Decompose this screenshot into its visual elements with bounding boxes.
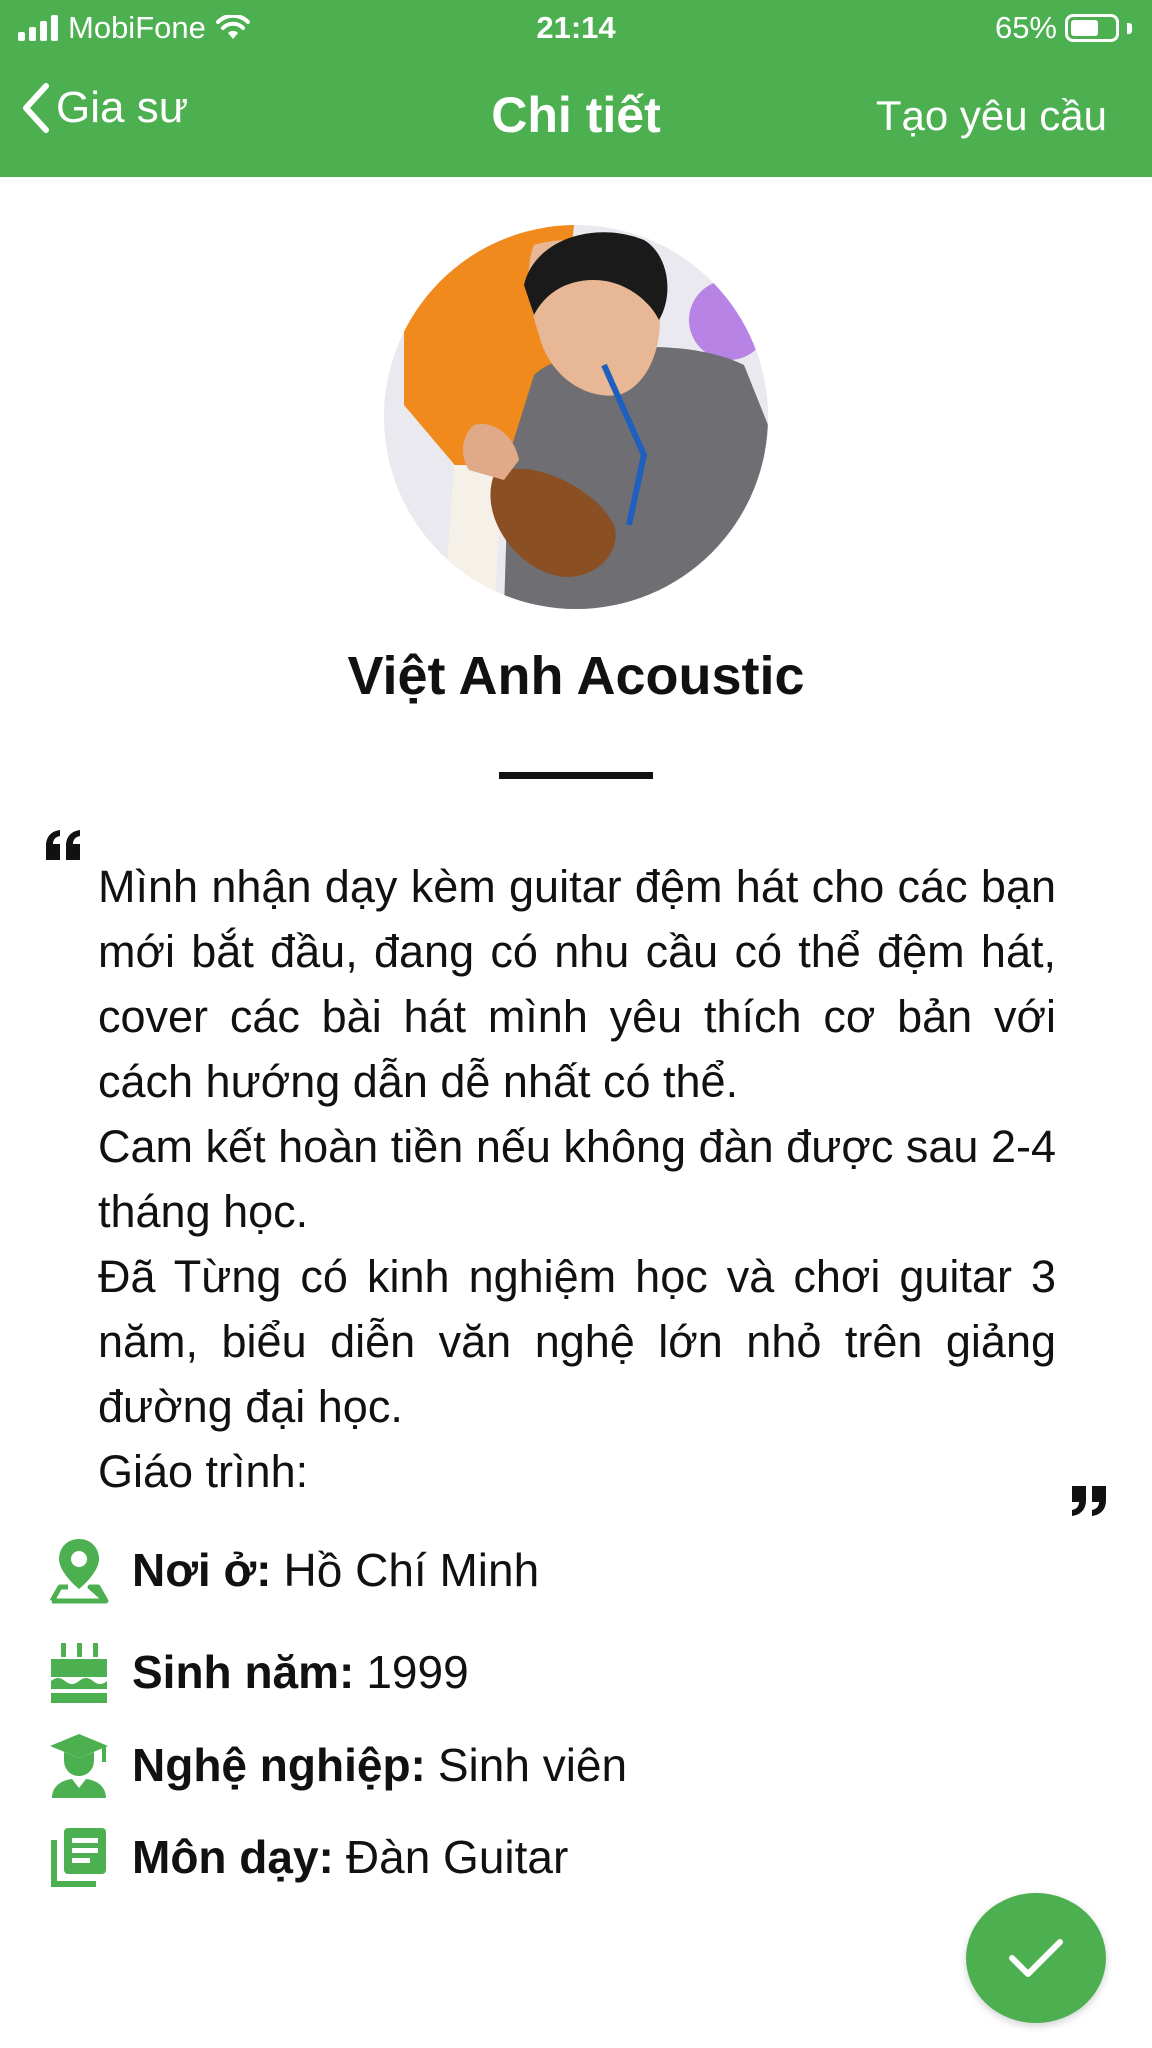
- tutor-name: Việt Anh Acoustic: [347, 646, 805, 706]
- book-icon: [44, 1822, 114, 1892]
- birth-year-row: Sinh năm: 1999: [44, 1637, 469, 1707]
- clock: 21:14: [536, 10, 616, 45]
- battery-percent: 65%: [994, 10, 1057, 45]
- battery-indicator: 65%: [995, 10, 1132, 46]
- residence-row: Nơi ở: Hồ Chí Minh: [44, 1535, 539, 1605]
- birthday-cake-icon: [44, 1637, 114, 1707]
- residence-value: Hồ Chí Minh: [283, 1544, 540, 1596]
- divider: [499, 772, 653, 779]
- top-bar: MobiFone 21:14 65% Gia sư Chi tiết Tạo y…: [0, 0, 1152, 177]
- quote-close-icon: [1072, 1486, 1106, 1516]
- bio-text: Mình nhận dạy kèm guitar đệm hát cho các…: [98, 854, 1056, 1504]
- subject-label: Môn dạy:: [132, 1831, 334, 1883]
- avatar: [384, 225, 768, 609]
- birth-year-label: Sinh năm:: [132, 1646, 355, 1698]
- bio-paragraph: Cam kết hoàn tiền nếu không đàn được sau…: [98, 1121, 1056, 1237]
- bio-paragraph: Giáo trình:: [98, 1446, 309, 1497]
- residence-label: Nơi ở:: [132, 1544, 272, 1596]
- graduate-icon: [44, 1730, 114, 1800]
- subject-value: Đàn Guitar: [345, 1831, 569, 1883]
- battery-icon: [1065, 14, 1119, 42]
- occupation-value: Sinh viên: [437, 1739, 628, 1791]
- confirm-button[interactable]: [966, 1893, 1106, 2023]
- status-bar: MobiFone 21:14 65%: [0, 0, 1152, 58]
- birth-year-value: 1999: [366, 1646, 469, 1698]
- occupation-row: Nghệ nghiệp: Sinh viên: [44, 1730, 627, 1800]
- quote-open-icon: [46, 830, 80, 860]
- bio-paragraph: Mình nhận dạy kèm guitar đệm hát cho các…: [98, 861, 1056, 1107]
- subject-row: Môn dạy: Đàn Guitar: [44, 1822, 568, 1892]
- checkmark-icon: [1009, 1939, 1063, 1977]
- location-pin-icon: [44, 1535, 114, 1605]
- create-request-button[interactable]: Tạo yêu cầu: [876, 92, 1107, 140]
- bio-paragraph: Đã Từng có kinh nghiệm học và chơi guita…: [98, 1251, 1056, 1432]
- occupation-label: Nghệ nghiệp:: [132, 1739, 426, 1791]
